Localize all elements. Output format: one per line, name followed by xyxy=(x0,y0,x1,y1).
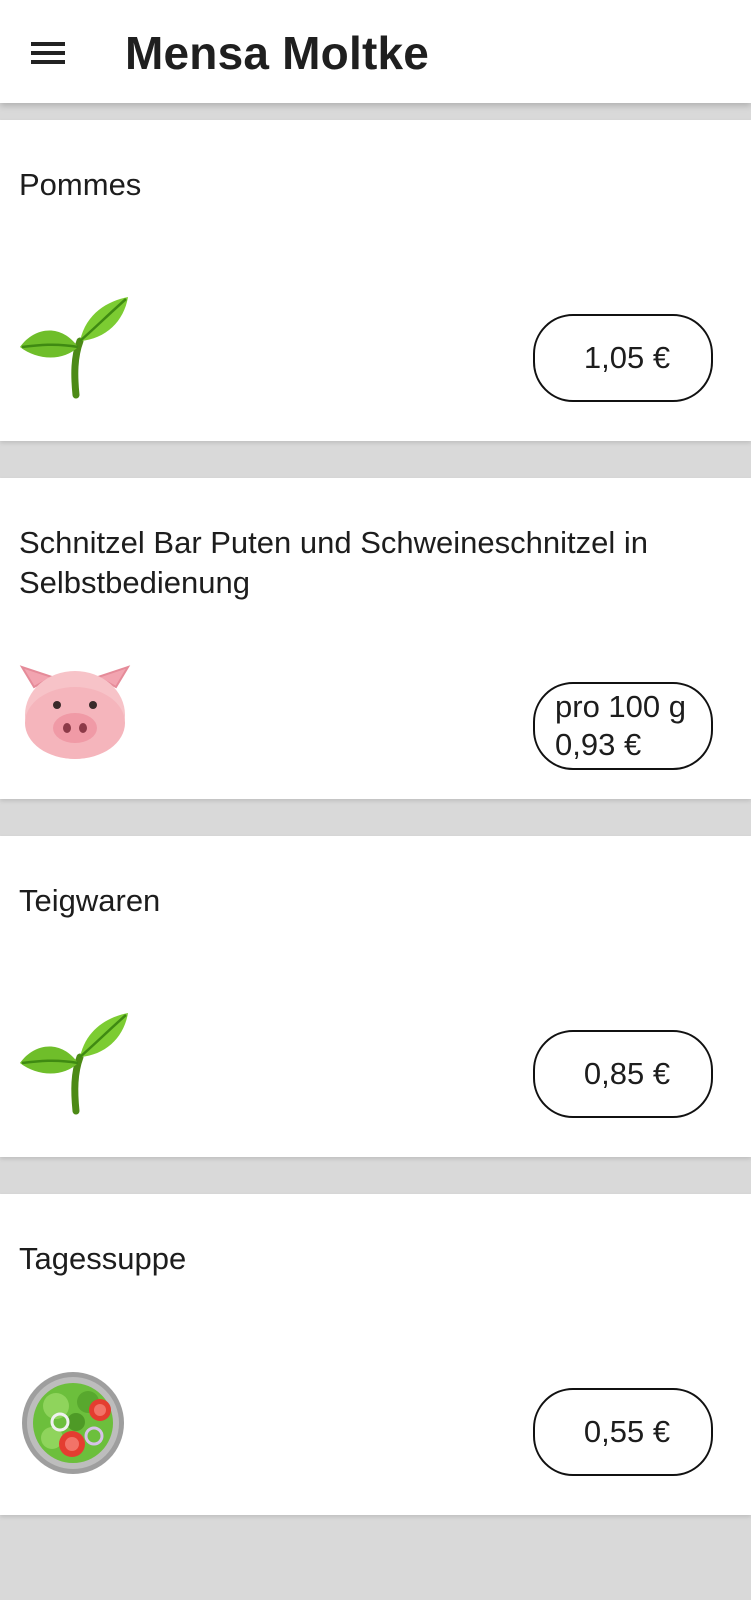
price-badge[interactable]: pro 100 g 0,93 € xyxy=(533,682,713,770)
salad-icon xyxy=(16,1366,134,1476)
page-title: Mensa Moltke xyxy=(125,27,430,79)
meal-card[interactable]: Tagessuppe 0,55 € xyxy=(0,1194,751,1515)
meal-name: Tagessuppe xyxy=(19,1241,187,1276)
meal-name: Teigwaren xyxy=(19,883,161,918)
meal-name: Schnitzel Bar Puten und Schweineschnitze… xyxy=(19,525,648,600)
price-badge[interactable]: 0,85 € xyxy=(533,1030,713,1118)
pig-face-icon xyxy=(16,663,134,773)
price-unit-label: pro 100 g xyxy=(555,689,686,724)
app-bar: Mensa Moltke xyxy=(0,0,751,103)
price-label: 0,93 € xyxy=(555,727,642,762)
seedling-icon xyxy=(16,295,134,405)
price-badge[interactable]: 0,55 € xyxy=(533,1388,713,1476)
meal-card[interactable]: Schnitzel Bar Puten und Schweineschnitze… xyxy=(0,478,751,799)
seedling-icon xyxy=(16,1011,134,1121)
menu-button[interactable] xyxy=(18,30,78,76)
meal-name: Pommes xyxy=(19,167,142,202)
hamburger-menu-icon xyxy=(31,41,65,65)
meal-card[interactable]: Teigwaren 0,85 € xyxy=(0,836,751,1157)
price-label: 0,85 € xyxy=(583,1056,671,1091)
price-label: 1,05 € xyxy=(583,340,671,375)
meal-card[interactable]: Pommes 1,05 € xyxy=(0,120,751,441)
price-badge[interactable]: 1,05 € xyxy=(533,314,713,402)
price-label: 0,55 € xyxy=(583,1414,671,1449)
